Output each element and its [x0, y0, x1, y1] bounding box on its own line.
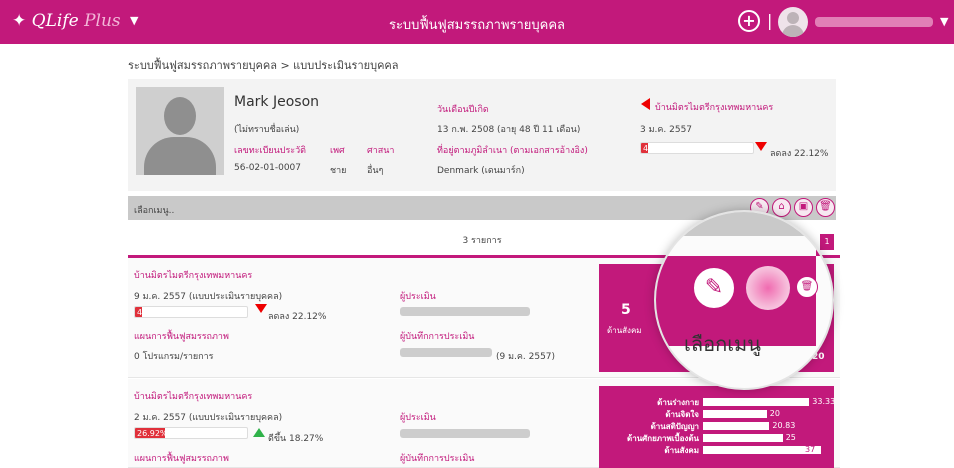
- record-chart: ด้านร่างกาย 33.33 ด้านจิตใจ 20 ด้านสติปัญญา 2…: [599, 386, 834, 468]
- separator: |: [767, 11, 773, 30]
- chart-value-top: 5: [621, 302, 631, 318]
- assessor-blurred: [400, 429, 530, 438]
- sex-label: เพศ: [330, 146, 345, 156]
- top-navbar: ✦ QLife Plus ▼ ระบบฟื้นฟูสมรรถภาพรายบุคค…: [0, 0, 954, 44]
- profile-progress-bar: 4: [640, 142, 754, 154]
- address-value: Denmark (เดนมาร์ก): [437, 166, 525, 176]
- record-progress-fill: 4: [135, 307, 143, 317]
- hn-value: 56-02-01-0007: [234, 163, 302, 173]
- trash-icon[interactable]: 🗑: [796, 276, 818, 298]
- address-label: ที่อยู่ตามภูมิลำเนา (ตามเอกสารอ้างอิง): [437, 146, 588, 156]
- recorder-label: ผู้บันทึกการประเมิน: [400, 454, 475, 464]
- home-icon[interactable]: [746, 266, 790, 310]
- zoom-background: [656, 212, 832, 388]
- record-change: ดีขึ้น 18.27%: [268, 434, 324, 444]
- plan-label: แผนการฟื้นฟูสมรรถภาพ: [134, 332, 229, 342]
- chart-category-label: ด้านสังคม: [664, 446, 699, 455]
- profile-progress-fill: 4: [641, 143, 649, 153]
- select-menu-label[interactable]: เลือกเมนู..: [134, 203, 174, 217]
- dob-value: 13 ก.พ. 2508 (อายุ 48 ปี 11 เดือน): [437, 125, 581, 135]
- record-date: 9 ม.ค. 2557 (แบบประเมินรายบุคคล): [134, 292, 283, 302]
- chart-value-label: 25: [785, 433, 796, 442]
- profile-date: 3 ม.ค. 2557: [640, 125, 693, 135]
- chart-bar: [703, 410, 767, 418]
- chart-value-label: 33.33: [812, 397, 834, 406]
- profile-org: บ้านมิตรไมตรีกรุงเทพมหานคร: [655, 103, 774, 113]
- trend-down-icon: [755, 142, 767, 151]
- sex-value: ชาย: [330, 166, 347, 176]
- recorder-label: ผู้บันทึกการประเมิน: [400, 332, 475, 342]
- chart-value-label: 20.83: [772, 421, 796, 430]
- chart-bar: [703, 446, 821, 454]
- plan-label: แผนการฟื้นฟูสมรรถภาพ: [134, 454, 229, 464]
- record-org[interactable]: บ้านมิตรไมตรีกรุงเทพมหานคร: [134, 389, 252, 403]
- religion-value: อื่นๆ: [367, 166, 384, 176]
- page-title: ระบบฟื้นฟูสมรรถภาพรายบุคคล: [388, 18, 566, 33]
- edit-icon[interactable]: ✎: [692, 266, 736, 310]
- add-button[interactable]: +: [738, 10, 760, 32]
- assessor-blurred: [400, 307, 530, 316]
- chart-bar: [703, 434, 783, 442]
- record-date-short: (9 ม.ค. 2557): [496, 352, 556, 362]
- profile-change: ลดลง 22.12%: [770, 149, 829, 159]
- record-org[interactable]: บ้านมิตรไมตรีกรุงเทพมหานคร: [134, 268, 252, 282]
- trend-up-icon: [253, 428, 265, 437]
- record-change: ลดลง 22.12%: [268, 312, 327, 322]
- hn-label: เลขทะเบียนประวัติ: [234, 146, 307, 156]
- recorder-blurred: [400, 348, 492, 357]
- assessor-label: ผู้ประเมิน: [400, 413, 436, 423]
- arrow-left-icon: [641, 98, 650, 110]
- profile-photo: [136, 87, 224, 175]
- plan-value[interactable]: 0 โปรแกรม/รายการ: [134, 349, 214, 363]
- record-progress-bar: 4: [134, 306, 248, 318]
- trend-down-icon: [255, 304, 267, 313]
- record-progress-fill: 26.92%: [135, 428, 168, 438]
- avatar[interactable]: [778, 7, 808, 37]
- chart-value-label: 37: [805, 445, 816, 454]
- select-menu-label-zoomed: เลือกเมนู: [684, 332, 761, 356]
- assessor-label: ผู้ประเมิน: [400, 292, 436, 302]
- record-progress-bar: 26.92%: [134, 427, 248, 439]
- dob-label: วันเดือนปีเกิด: [437, 105, 489, 115]
- record-date: 2 ม.ค. 2557 (แบบประเมินรายบุคคล): [134, 413, 283, 423]
- breadcrumb: ระบบฟื้นฟูสมรรถภาพรายบุคคล > แบบประเมินร…: [128, 59, 399, 72]
- chart-category-label: ด้านสังคม: [607, 326, 642, 335]
- user-name-blurred[interactable]: [815, 17, 933, 27]
- zoom-callout: ✎ 🗑 เลือกเมนู: [654, 210, 834, 390]
- religion-label: ศาสนา: [367, 146, 395, 156]
- chart-value-label: 20: [769, 409, 780, 418]
- chart-bar: [703, 422, 770, 430]
- person-name: Mark Jeoson: [234, 94, 320, 110]
- nickname: (ไม่ทราบชื่อเล่น): [234, 125, 300, 135]
- user-menu-chevron-icon[interactable]: ▼: [940, 15, 948, 28]
- chart-bar: [703, 398, 810, 406]
